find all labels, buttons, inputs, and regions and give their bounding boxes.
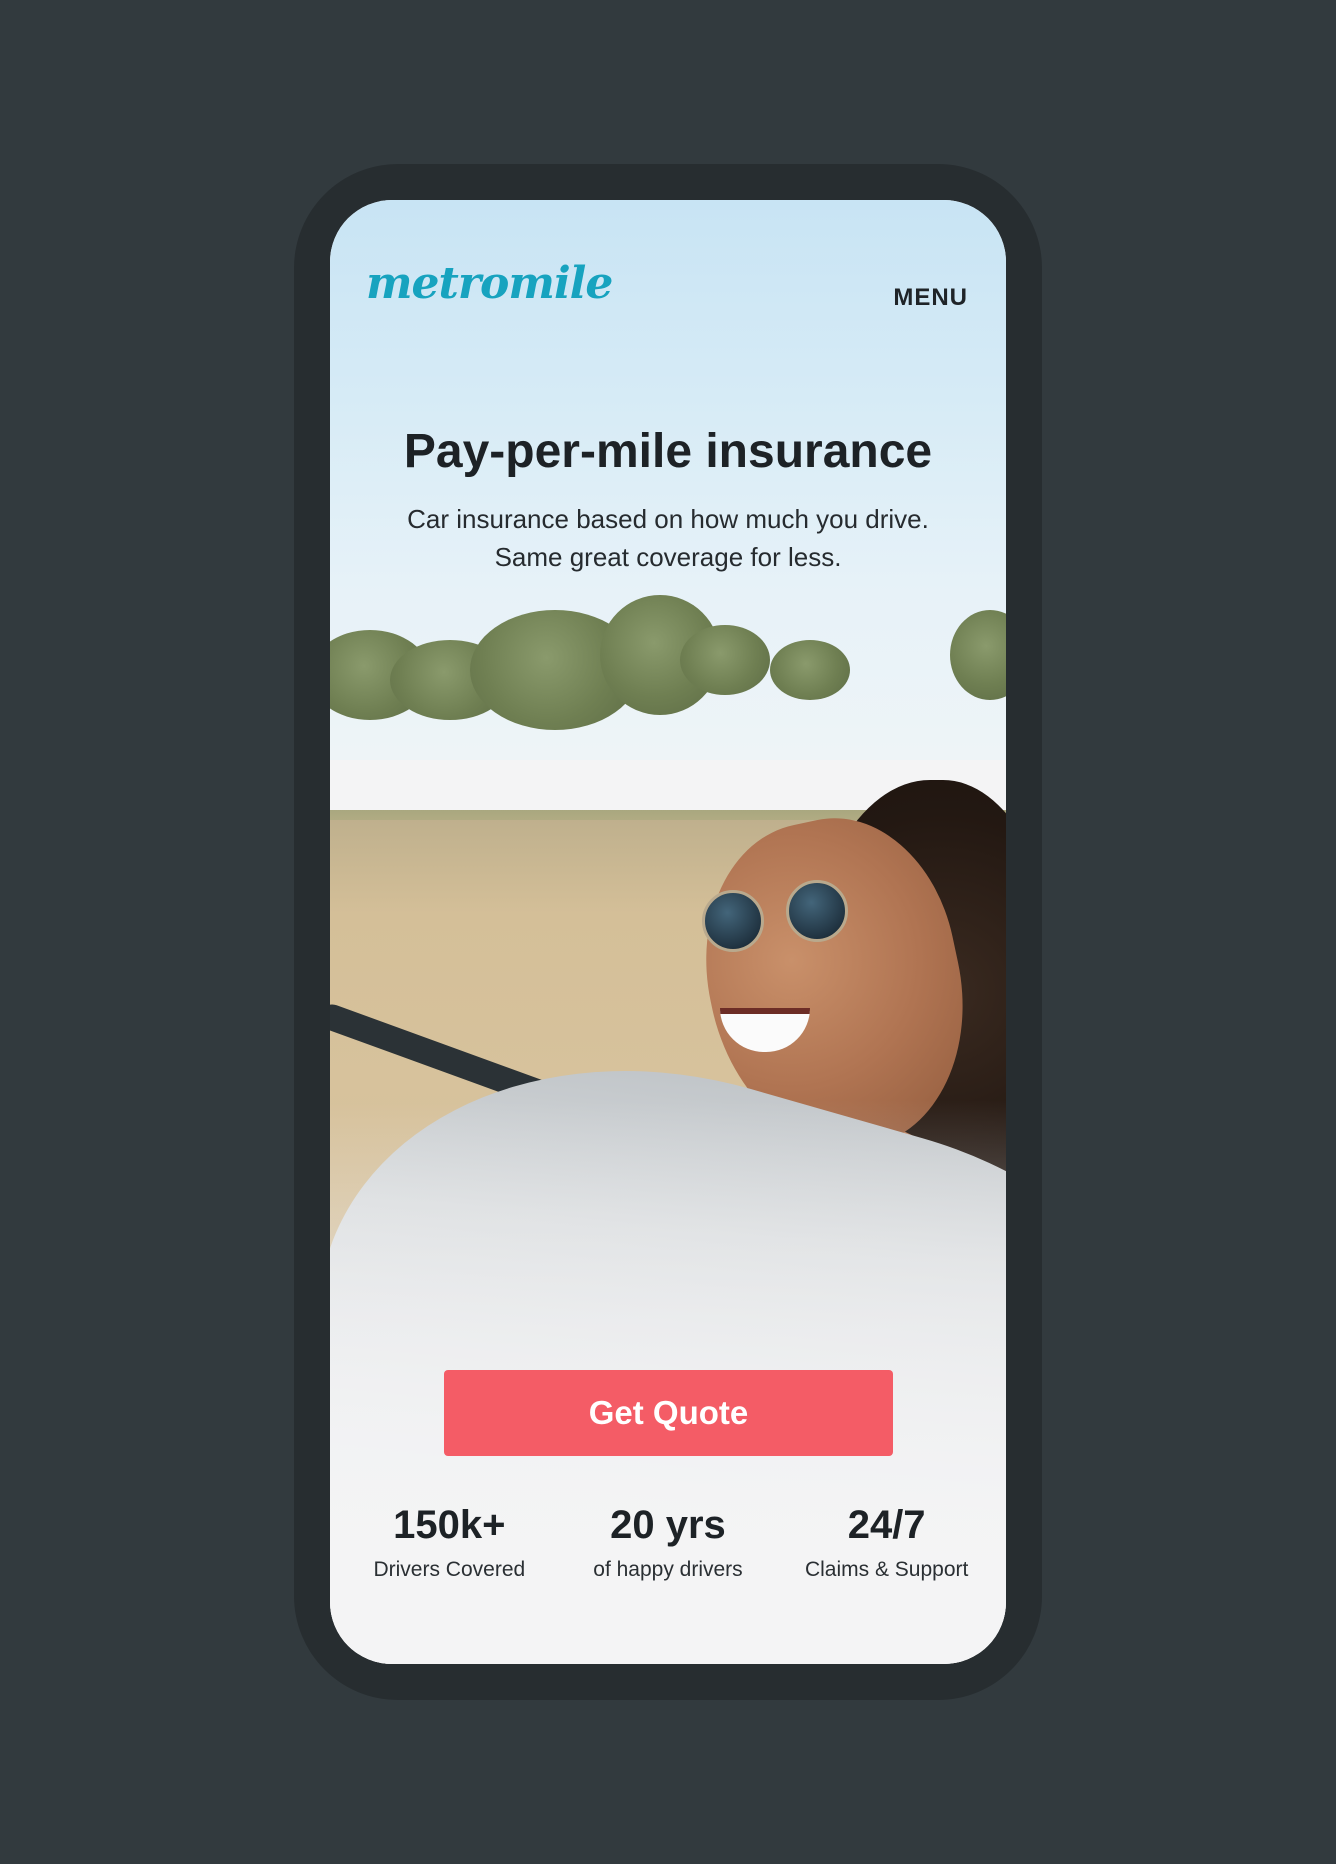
sunglasses-lens-right bbox=[786, 880, 848, 942]
stat-label: Drivers Covered bbox=[373, 1558, 526, 1581]
phone-screen: metromile MENU Pay-per-mile insurance Ca… bbox=[330, 200, 1006, 1664]
stat-label: of happy drivers bbox=[593, 1558, 743, 1581]
stats-row: 150k+ Drivers Covered 20 yrs of happy dr… bbox=[330, 1500, 1006, 1582]
stat-drivers-covered: 150k+ Drivers Covered bbox=[344, 1500, 554, 1582]
stat-support: 24/7 Claims & Support bbox=[782, 1500, 992, 1582]
stat-value: 24/7 bbox=[847, 1503, 926, 1547]
hero-subline-line-1: Car insurance based on how much you driv… bbox=[407, 504, 929, 534]
tree bbox=[770, 640, 850, 700]
menu-button[interactable]: MENU bbox=[893, 284, 968, 312]
hero-subline-line-2: Same great coverage for less. bbox=[494, 542, 842, 572]
hero-headline: Pay-per-mile insurance bbox=[403, 425, 933, 478]
tree bbox=[680, 625, 770, 695]
get-quote-button[interactable]: Get Quote bbox=[444, 1370, 893, 1456]
stat-value: 20 yrs bbox=[610, 1503, 726, 1547]
stat-label: Claims & Support bbox=[804, 1558, 969, 1581]
metromile-logo[interactable]: metromile bbox=[366, 258, 613, 309]
hero-subline: Car insurance based on how much you driv… bbox=[330, 500, 1006, 576]
stat-value: 150k+ bbox=[393, 1503, 506, 1547]
stat-years: 20 yrs of happy drivers bbox=[563, 1500, 773, 1582]
sunglasses-lens-left bbox=[702, 890, 764, 952]
